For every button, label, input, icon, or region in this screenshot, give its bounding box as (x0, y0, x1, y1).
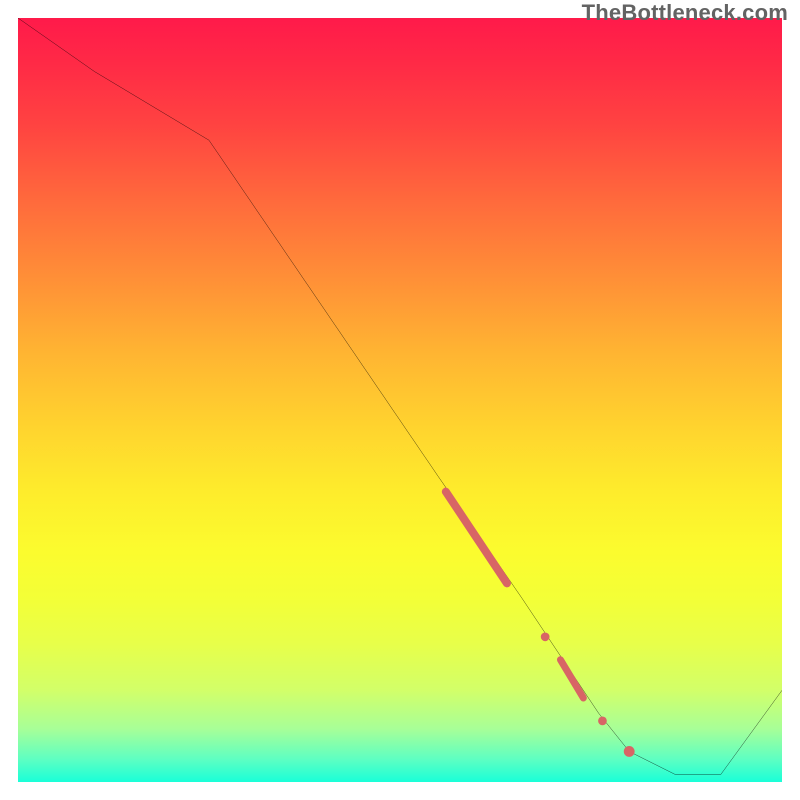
marker-segment-thick (446, 492, 507, 584)
marker-dot-b (598, 717, 607, 726)
marker-dot-a (541, 632, 550, 641)
watermark-text: TheBottleneck.com (582, 0, 788, 26)
bottleneck-chart: TheBottleneck.com (0, 0, 800, 800)
marker-dot-c (624, 746, 635, 757)
marker-segment-mid (560, 660, 583, 698)
bottleneck-curve (18, 18, 782, 774)
curve-layer (18, 18, 782, 782)
plot-area (18, 18, 782, 782)
